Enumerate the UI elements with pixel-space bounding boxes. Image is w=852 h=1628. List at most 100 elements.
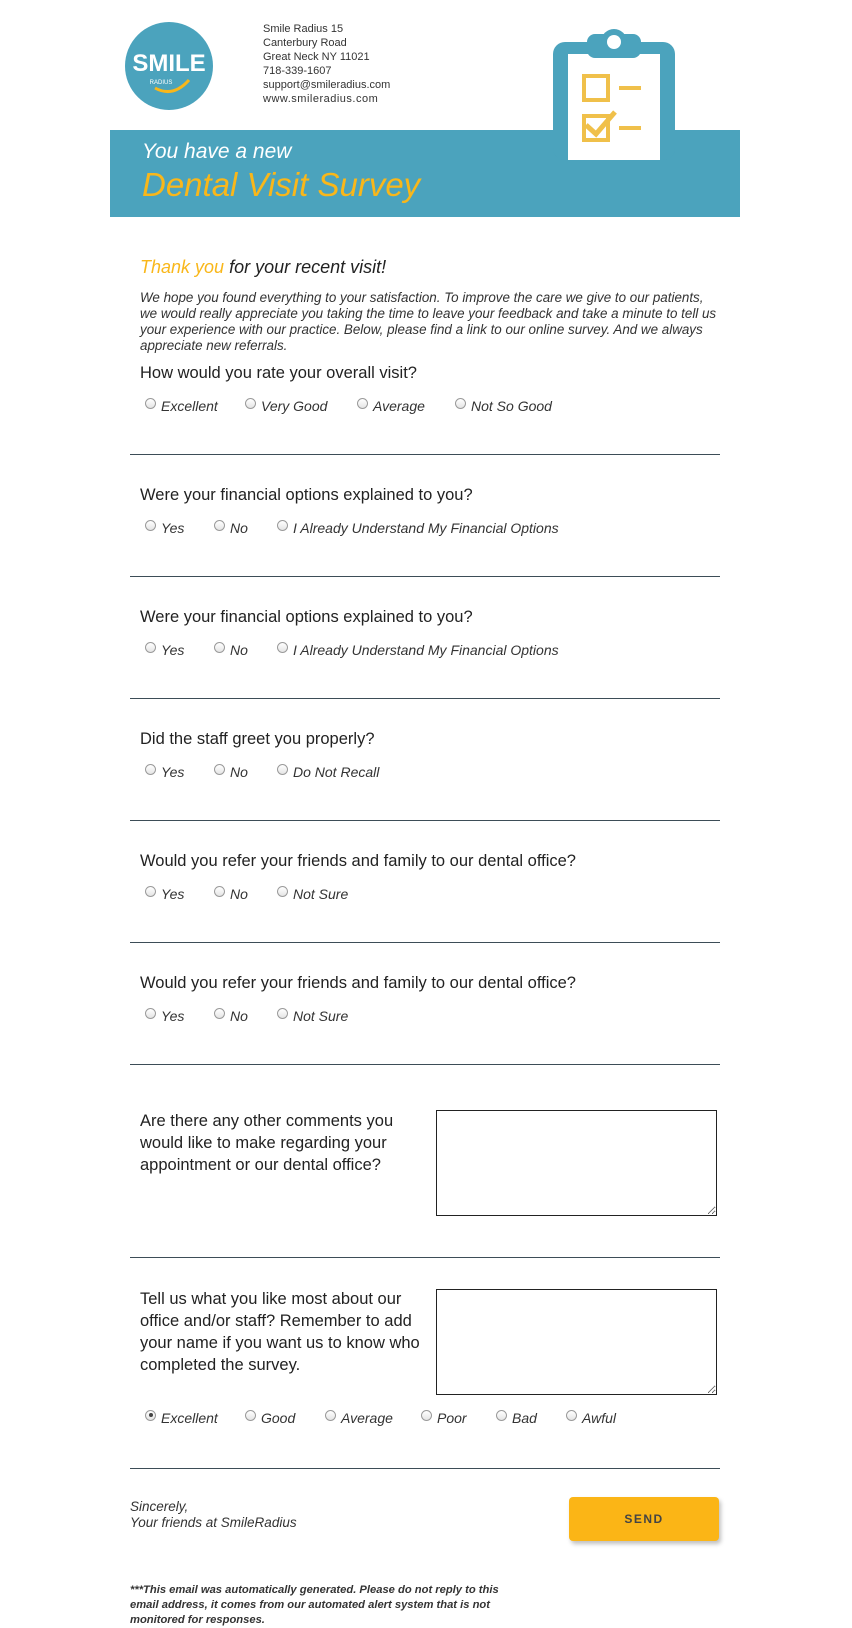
- radio-button-selected[interactable]: [145, 1409, 156, 1421]
- likes-textarea[interactable]: [436, 1289, 717, 1395]
- radio-button[interactable]: [496, 1409, 507, 1421]
- radio-label: Awful: [582, 1410, 616, 1426]
- radio-label: No: [230, 520, 248, 536]
- radio-label: Yes: [161, 886, 185, 902]
- radio-label: Good: [261, 1410, 296, 1426]
- radio-label: Do Not Recall: [293, 764, 380, 780]
- question-staff-greet: Did the staff greet you properly?: [140, 730, 375, 748]
- radio-label: Yes: [161, 642, 185, 658]
- radio-button[interactable]: [145, 641, 156, 653]
- radio-button[interactable]: [421, 1409, 432, 1421]
- radio-option[interactable]: Poor: [421, 1409, 467, 1426]
- radio-button[interactable]: [277, 641, 288, 653]
- radio-label: I Already Understand My Financial Option…: [293, 642, 559, 658]
- send-button[interactable]: SEND: [569, 1497, 719, 1541]
- radio-button[interactable]: [277, 1007, 288, 1019]
- radio-option[interactable]: Do Not Recall: [277, 763, 380, 780]
- question-refer-friends-2: Would you refer your friends and family …: [140, 974, 576, 992]
- radio-label: Bad: [512, 1410, 537, 1426]
- radio-button[interactable]: [566, 1409, 577, 1421]
- address-line: Great Neck NY 11021: [263, 51, 370, 63]
- radio-button[interactable]: [277, 519, 288, 531]
- radio-option[interactable]: Not So Good: [455, 397, 552, 414]
- radio-option[interactable]: I Already Understand My Financial Option…: [277, 519, 559, 536]
- radio-button[interactable]: [455, 397, 466, 409]
- question-overall-visit: How would you rate your overall visit?: [140, 364, 417, 382]
- divider: [130, 1064, 720, 1065]
- thank-you-rest: for your recent visit!: [224, 257, 387, 277]
- radio-button[interactable]: [214, 763, 225, 775]
- radio-option[interactable]: No: [214, 1007, 248, 1024]
- radio-button[interactable]: [145, 763, 156, 775]
- banner-subtitle: You have a new: [142, 140, 292, 163]
- radio-label: Not So Good: [471, 398, 552, 414]
- intro-paragraph: We hope you found everything to your sat…: [140, 290, 717, 353]
- radio-button[interactable]: [145, 519, 156, 531]
- radio-button[interactable]: [214, 885, 225, 897]
- divider: [130, 1257, 720, 1258]
- address-line: Smile Radius 15: [263, 23, 344, 35]
- radio-option[interactable]: Bad: [496, 1409, 537, 1426]
- comments-textarea[interactable]: [436, 1110, 717, 1216]
- radio-option[interactable]: No: [214, 641, 248, 658]
- radio-label: Excellent: [161, 1410, 218, 1426]
- radio-option[interactable]: Not Sure: [277, 1007, 349, 1024]
- radio-button[interactable]: [145, 397, 156, 409]
- divider: [130, 820, 720, 821]
- radio-option[interactable]: I Already Understand My Financial Option…: [277, 641, 559, 658]
- radio-label: Poor: [437, 1410, 467, 1426]
- radio-label: Not Sure: [293, 886, 349, 902]
- logo-subtext: RADIUS: [150, 80, 173, 86]
- radio-button[interactable]: [245, 1409, 256, 1421]
- radio-button[interactable]: [214, 519, 225, 531]
- smile-logo-icon: SMILE RADIUS: [132, 50, 206, 94]
- radio-button[interactable]: [245, 397, 256, 409]
- question-financial-options-2: Were your financial options explained to…: [140, 608, 473, 626]
- banner-title: Dental Visit Survey: [142, 166, 421, 203]
- likes-question: Tell us what you like most about our off…: [140, 1290, 420, 1374]
- divider: [130, 1468, 720, 1469]
- radio-option[interactable]: Yes: [145, 641, 185, 658]
- radio-option[interactable]: Excellent: [145, 1409, 218, 1426]
- radio-option[interactable]: Yes: [145, 763, 184, 780]
- radio-option[interactable]: Yes: [145, 519, 185, 536]
- closing-line: Sincerely,: [130, 1499, 189, 1514]
- question-financial-options: Were your financial options explained to…: [140, 486, 473, 504]
- radio-option[interactable]: Very Good: [245, 397, 327, 414]
- closing-signature: Sincerely, Your friends at SmileRadius: [130, 1499, 297, 1531]
- radio-label: No: [230, 886, 248, 902]
- radio-option[interactable]: No: [214, 519, 248, 536]
- radio-button[interactable]: [145, 1007, 156, 1019]
- radio-option[interactable]: Average: [357, 397, 425, 414]
- radio-label: Yes: [161, 520, 185, 536]
- radio-label: I Already Understand My Financial Option…: [293, 520, 559, 536]
- smile-radius-logo: SMILE RADIUS: [125, 22, 213, 110]
- divider: [130, 454, 720, 455]
- radio-option[interactable]: No: [214, 885, 248, 902]
- radio-label: No: [230, 642, 248, 658]
- radio-button[interactable]: [325, 1409, 336, 1421]
- radio-option[interactable]: Awful: [566, 1409, 616, 1426]
- radio-option[interactable]: Excellent: [145, 397, 218, 414]
- radio-label: Not Sure: [293, 1008, 349, 1024]
- thank-you-accent: Thank you: [140, 257, 225, 277]
- radio-option[interactable]: Not Sure: [277, 885, 349, 902]
- divider: [130, 698, 720, 699]
- radio-option[interactable]: Average: [325, 1409, 393, 1426]
- radio-button[interactable]: [214, 641, 225, 653]
- auto-generated-notice: ***This email was automatically generate…: [130, 1584, 499, 1626]
- radio-button[interactable]: [277, 763, 288, 775]
- radio-button[interactable]: [357, 397, 368, 409]
- radio-label: Excellent: [161, 398, 218, 414]
- radio-option[interactable]: Yes: [145, 1007, 184, 1024]
- radio-label: No: [230, 1008, 248, 1024]
- radio-option[interactable]: Good: [245, 1409, 296, 1426]
- divider: [130, 942, 720, 943]
- radio-option[interactable]: Yes: [145, 885, 185, 902]
- radio-option[interactable]: No: [214, 763, 248, 780]
- radio-button[interactable]: [145, 885, 156, 897]
- radio-button[interactable]: [214, 1007, 225, 1019]
- address-line: Canterbury Road: [263, 37, 347, 49]
- divider: [130, 576, 720, 577]
- radio-button[interactable]: [277, 885, 288, 897]
